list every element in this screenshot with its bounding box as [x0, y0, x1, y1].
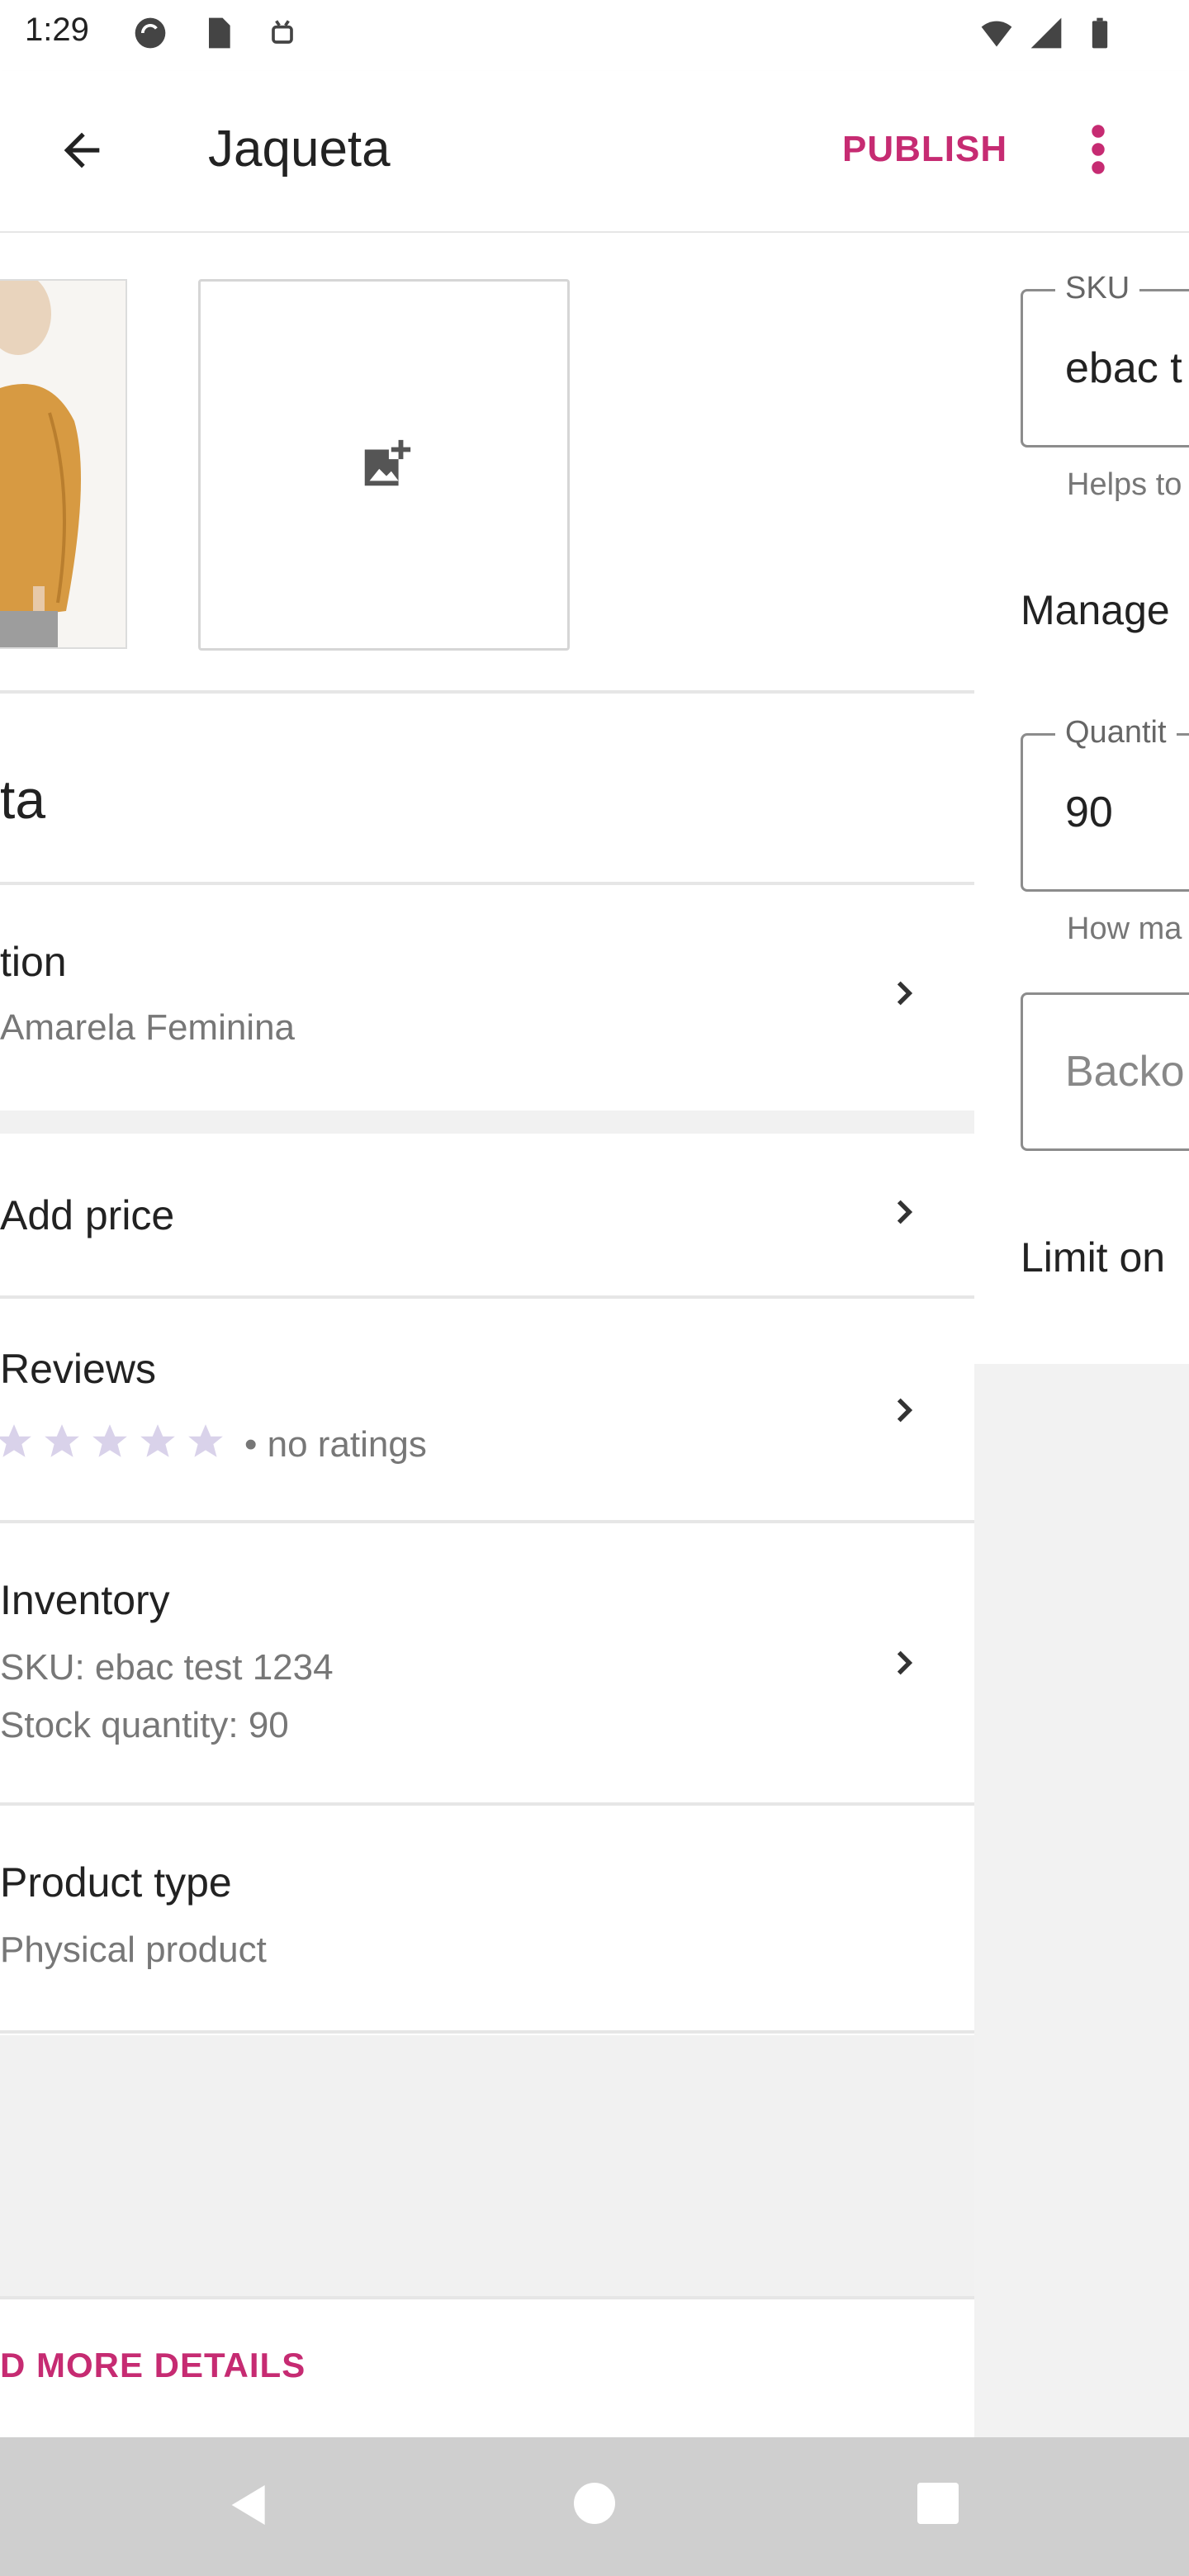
inventory-stock: Stock quantity: 90	[0, 1705, 289, 1745]
system-nav-bar	[0, 2437, 1189, 2576]
chevron-right-icon	[897, 1200, 913, 1224]
divider	[0, 2030, 974, 2034]
page-title: Jaqueta	[208, 121, 391, 178]
signal-icon	[1030, 17, 1062, 49]
add-image-button[interactable]	[198, 279, 570, 651]
star-icon	[45, 1424, 79, 1457]
divider	[0, 690, 974, 694]
status-bar: 1:29	[0, 0, 1189, 71]
sku-helper-text: Helps to	[1067, 467, 1182, 502]
product-image[interactable]	[0, 279, 127, 649]
chevron-right-icon	[897, 1398, 913, 1423]
more-vert-icon[interactable]	[1082, 122, 1115, 177]
product-name-title: ta	[0, 769, 46, 830]
chevron-right-icon	[897, 1650, 913, 1675]
nav-recents-icon[interactable]	[913, 2479, 963, 2528]
nav-back-icon[interactable]	[223, 2479, 276, 2531]
add-photo-icon	[364, 439, 411, 486]
battery-icon	[1092, 17, 1108, 49]
back-arrow-icon[interactable]	[53, 124, 111, 177]
add-more-details-label: D MORE DETAILS	[0, 2346, 306, 2384]
reviews-title: Reviews	[0, 1346, 156, 1392]
product-type-row[interactable]: Product type Physical product	[0, 1806, 974, 2030]
sku-field-label: SKU	[1055, 271, 1140, 306]
add-more-details-button[interactable]: D MORE DETAILS	[0, 2299, 974, 2437]
wifi-icon	[981, 21, 1012, 47]
reviews-row[interactable]: Reviews • no ratings	[0, 1299, 974, 1520]
description-title: tion	[0, 939, 67, 985]
sync-icon	[135, 17, 166, 49]
star-icon	[140, 1424, 175, 1457]
chevron-right-icon	[897, 981, 913, 1006]
inventory-row[interactable]: Inventory SKU: ebac test 1234 Stock quan…	[0, 1523, 974, 1802]
price-row[interactable]: Add price	[0, 1134, 974, 1295]
star-icon	[188, 1424, 223, 1457]
manage-stock-label: Manage	[1021, 587, 1170, 633]
description-subtitle: Amarela Feminina	[0, 1007, 296, 1048]
add-price-label: Add price	[0, 1192, 175, 1238]
android-icon	[272, 20, 293, 44]
empty-space	[0, 2035, 974, 2299]
inventory-title: Inventory	[0, 1577, 170, 1623]
quantity-field-label: Quantit	[1055, 715, 1177, 751]
rating-stars	[0, 1421, 226, 1462]
product-type-title: Product type	[0, 1859, 232, 1906]
section-separator	[0, 1110, 974, 1134]
quantity-field-value: 90	[1065, 788, 1113, 836]
product-photo-illustration	[0, 281, 126, 647]
app-bar	[0, 71, 1189, 233]
backorders-label: Backo	[1065, 1048, 1185, 1096]
star-icon	[92, 1424, 127, 1457]
sku-field-value: ebac t	[1065, 344, 1182, 392]
inventory-sku: SKU: ebac test 1234	[0, 1647, 334, 1688]
rating-text: • no ratings	[244, 1424, 427, 1465]
product-type-subtitle: Physical product	[0, 1930, 267, 1970]
description-row[interactable]: tion Amarela Feminina	[0, 885, 974, 1110]
quantity-helper-text: How ma	[1067, 912, 1182, 946]
nav-home-icon[interactable]	[570, 2479, 619, 2528]
star-icon	[0, 1424, 31, 1457]
limit-one-per-order-label: Limit on	[1021, 1234, 1166, 1281]
publish-button[interactable]: PUBLISH	[842, 129, 1007, 170]
inventory-panel-background	[974, 1364, 1189, 2437]
sd-card-icon	[209, 17, 230, 49]
status-time: 1:29	[25, 12, 89, 48]
